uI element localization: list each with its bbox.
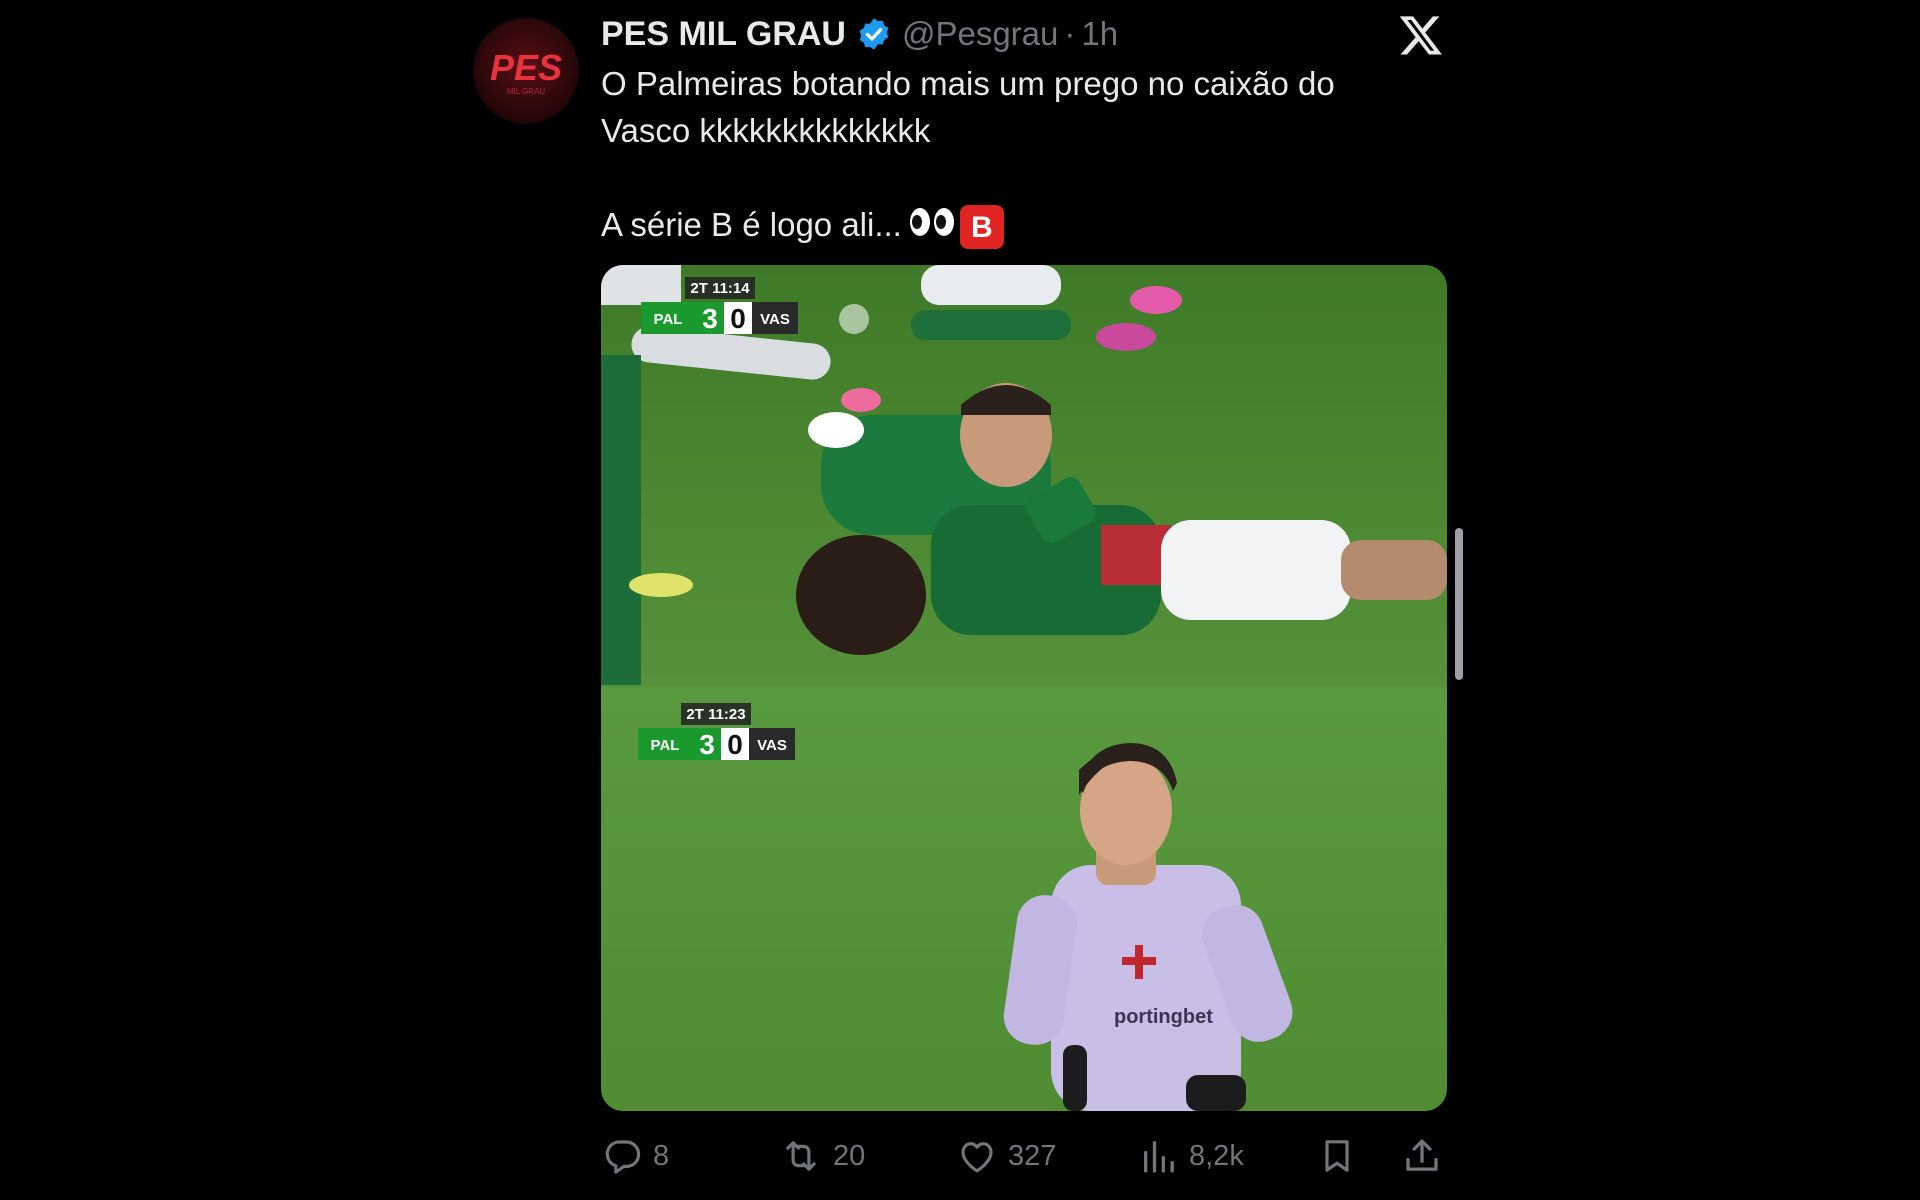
repost-icon xyxy=(779,1135,823,1177)
match-clock: 2T 11:23 xyxy=(686,706,745,723)
x-logo-icon[interactable] xyxy=(1398,12,1444,58)
display-name[interactable]: PES MIL GRAU xyxy=(601,15,846,54)
away-score: 0 xyxy=(727,729,743,760)
tweet-media[interactable]: 2T 11:14 PAL 3 0 VAS portingbet 2T 11:23… xyxy=(601,265,1447,1111)
share-icon xyxy=(1401,1135,1443,1177)
tweet-text-line-3: A série B é logo ali... xyxy=(601,206,902,243)
share-button[interactable] xyxy=(1401,1128,1443,1184)
tweet-screenshot: PES MIL GRAU PES MIL GRAU @Pesgrau · 1h … xyxy=(0,0,1920,1200)
repost-button[interactable]: 20 xyxy=(779,1128,865,1184)
match-clock: 2T 11:14 xyxy=(690,280,750,297)
tweet-text-line: O Palmeiras botando mais um prego no cai… xyxy=(601,65,1335,102)
views-count: 8,2k xyxy=(1189,1139,1244,1172)
timestamp[interactable]: 1h xyxy=(1081,15,1118,53)
away-team: VAS xyxy=(757,737,787,754)
celebration-frame: 2T 11:14 PAL 3 0 VAS xyxy=(601,265,1447,687)
away-team: VAS xyxy=(760,311,790,328)
reply-button[interactable]: 8 xyxy=(601,1128,669,1184)
b-button-emoji-icon: B xyxy=(959,205,1004,250)
home-team: PAL xyxy=(651,737,680,754)
eyes-emoji-icon xyxy=(908,204,956,251)
tweet-text: O Palmeiras botando mais um prego no cai… xyxy=(601,60,1461,251)
avatar[interactable]: PES MIL GRAU xyxy=(473,18,579,124)
verified-badge-icon xyxy=(856,16,892,52)
scrollbar[interactable] xyxy=(1455,528,1463,680)
tweet-text-line: Vasco kkkkkkkkkkkkkk xyxy=(601,112,931,149)
avatar-logo: PES MIL GRAU xyxy=(473,18,579,124)
views-icon xyxy=(1139,1135,1179,1177)
bookmark-icon xyxy=(1317,1135,1357,1177)
reply-icon xyxy=(601,1135,643,1177)
views-button[interactable]: 8,2k xyxy=(1139,1128,1244,1184)
home-score: 3 xyxy=(702,303,718,334)
sponsor-text: portingbet xyxy=(1114,1006,1213,1028)
avatar-text: PES xyxy=(490,47,562,88)
home-score: 3 xyxy=(699,729,715,760)
like-icon xyxy=(956,1135,998,1177)
like-count: 327 xyxy=(1008,1139,1057,1172)
avatar-subtext: MIL GRAU xyxy=(507,87,546,96)
home-team: PAL xyxy=(654,311,683,328)
reply-count: 8 xyxy=(653,1139,670,1172)
like-button[interactable]: 327 xyxy=(956,1128,1056,1184)
goalkeeper-frame: portingbet 2T 11:23 PAL 3 0 VAS xyxy=(601,687,1447,1111)
bookmark-button[interactable] xyxy=(1317,1128,1357,1184)
repost-count: 20 xyxy=(833,1139,866,1172)
away-score: 0 xyxy=(730,303,746,334)
tweet-header: PES MIL GRAU @Pesgrau · 1h xyxy=(601,12,1118,56)
separator-dot: · xyxy=(1064,15,1076,52)
handle[interactable]: @Pesgrau xyxy=(902,15,1058,53)
action-bar: 8 20 327 8,2k xyxy=(601,1128,1447,1184)
media-image: 2T 11:14 PAL 3 0 VAS portingbet 2T 11:23… xyxy=(601,265,1447,1111)
tweet-text-line: A série B é logo ali... B xyxy=(601,201,1461,251)
